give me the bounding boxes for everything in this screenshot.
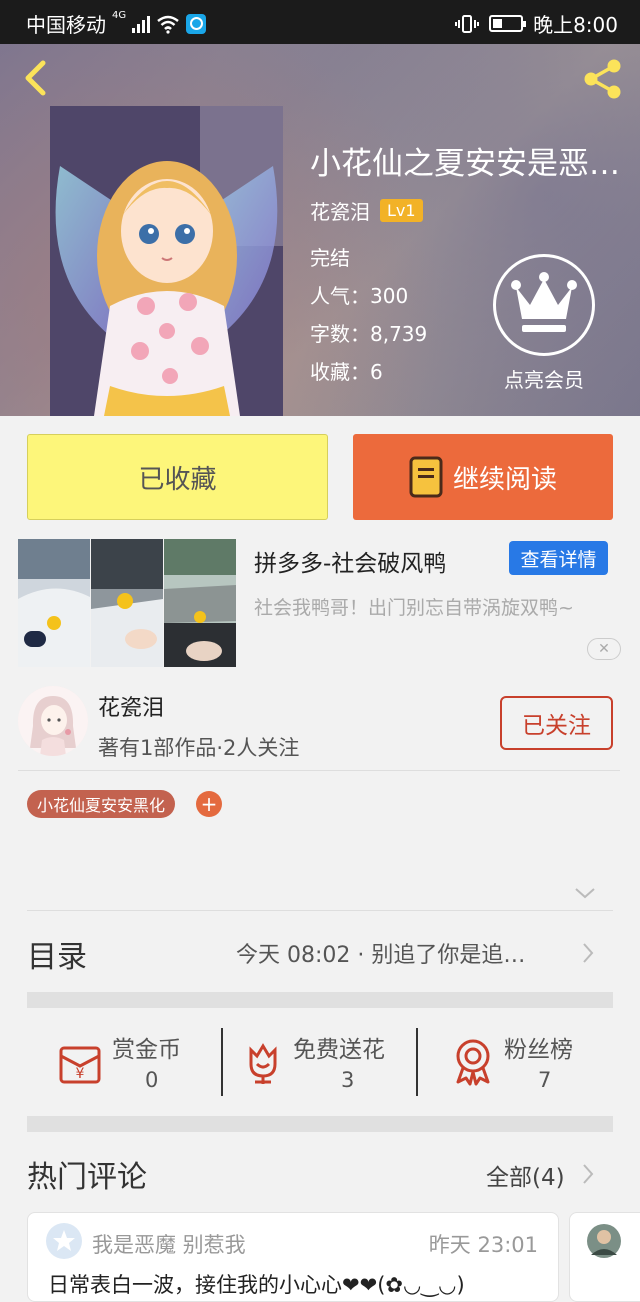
chevron-down-icon[interactable] [574, 886, 596, 900]
ad-banner[interactable]: 拼多多-社会破风鸭 查看详情 社会我鸭哥！出门别忘自带涡旋双鸭~ ✕ [0, 530, 640, 678]
fan-ranking-label: 粉丝榜 [504, 1037, 573, 1063]
popularity-stat: 人气：300 [310, 284, 409, 308]
continue-reading-button[interactable]: 继续阅读 [353, 434, 613, 520]
level-badge: Lv1 [380, 199, 423, 222]
author-name[interactable]: 花瓷泪 [310, 196, 370, 225]
svg-text:¥: ¥ [76, 1066, 85, 1082]
ad-image-3[interactable] [164, 539, 236, 667]
author-card-name[interactable]: 花瓷泪 [98, 690, 164, 722]
free-flowers-value: 3 [341, 1068, 355, 1092]
reward-coins-value: 0 [145, 1068, 159, 1092]
vip-label[interactable]: 点亮会员 [492, 364, 596, 393]
vibrate-icon [455, 14, 480, 33]
share-icon[interactable] [580, 56, 626, 102]
author-card[interactable]: 花瓷泪 著有1部作品·2人关注 已关注 [0, 678, 640, 770]
add-tag-button[interactable]: + [196, 791, 222, 817]
medal-icon [456, 1039, 490, 1086]
divider [27, 910, 613, 911]
chevron-right-icon [583, 943, 594, 963]
commenter-name[interactable]: 我是恶魔 别惹我 [92, 1229, 246, 1259]
ad-image-1[interactable] [18, 539, 90, 667]
completion-status: 完结 [310, 246, 350, 270]
word-count-stat: 字数：8,739 [310, 322, 428, 346]
hot-comments-title: 热门评论 [27, 1160, 147, 1195]
book-cover-image[interactable] [50, 106, 283, 416]
fan-ranking-stat[interactable]: 粉丝榜 7 [418, 1010, 613, 1114]
ad-title[interactable]: 拼多多-社会破风鸭 [254, 544, 446, 578]
commenter-avatar[interactable] [586, 1223, 622, 1259]
vip-crown-button[interactable] [493, 254, 595, 356]
favorites-stat: 收藏：6 [310, 360, 383, 384]
book-icon [409, 456, 443, 498]
section-divider [27, 1116, 613, 1132]
battery-icon [489, 15, 527, 32]
reward-coins-label: 赏金币 [112, 1037, 181, 1063]
status-bar: 中国移动 4G 晚上8:00 [0, 0, 640, 44]
divider [18, 770, 620, 771]
toc-label: 目录 [27, 940, 87, 975]
continue-reading-label: 继续阅读 [452, 464, 557, 495]
comment-card[interactable] [569, 1212, 640, 1302]
wifi-icon [157, 15, 179, 34]
flower-icon [249, 1043, 277, 1084]
section-divider [27, 992, 613, 1008]
chevron-right-icon[interactable] [581, 1162, 595, 1186]
reward-coins-stat[interactable]: ¥ 赏金币 0 [27, 1010, 222, 1114]
fan-ranking-value: 7 [538, 1068, 552, 1092]
author-row: 花瓷泪 Lv1 [310, 196, 423, 225]
free-flowers-stat[interactable]: 免费送花 3 [223, 1010, 417, 1114]
app-notification-icon [186, 13, 207, 34]
ad-image-2[interactable] [91, 539, 163, 667]
free-flowers-label: 免费送花 [293, 1037, 385, 1063]
table-of-contents-row[interactable]: 目录 今天 08:02 · 别追了你是追… [0, 912, 640, 992]
stats-bar: ¥ 赏金币 0 免费送花 3 粉丝榜 7 [27, 1010, 613, 1114]
latest-chapter[interactable]: 今天 08:02 · 别追了你是追… [236, 937, 561, 969]
network-type-label: 4G [112, 10, 127, 21]
author-card-subtitle: 著有1部作品·2人关注 [98, 736, 300, 760]
crown-icon [511, 272, 577, 332]
ad-close-button[interactable]: ✕ [587, 638, 621, 660]
tag-chip[interactable]: 小花仙夏安安黑化 [27, 790, 176, 818]
ad-detail-button[interactable]: 查看详情 [509, 541, 608, 575]
comment-card[interactable]: 我是恶魔 别惹我 昨天 23:01 日常表白一波，接住我的小心心❤❤(✿◡‿◡) [27, 1212, 559, 1302]
comment-time: 昨天 23:01 [428, 1233, 538, 1257]
commenter-avatar[interactable] [46, 1223, 82, 1259]
back-chevron-icon[interactable] [18, 60, 54, 96]
comment-text: 日常表白一波，接住我的小心心❤❤(✿◡‿◡) [48, 1273, 465, 1297]
clock: 晚上8:00 [533, 13, 618, 37]
collected-button[interactable]: 已收藏 [27, 434, 328, 520]
red-envelope-icon: ¥ [59, 1046, 101, 1084]
book-title: 小花仙之夏安安是恶… [310, 146, 620, 182]
all-comments-link[interactable]: 全部(4) [486, 1158, 565, 1192]
signal-icon [132, 15, 151, 33]
follow-button[interactable]: 已关注 [500, 696, 613, 750]
collected-label: 已收藏 [138, 464, 217, 495]
carrier-label: 中国移动 [26, 13, 106, 37]
author-avatar[interactable] [18, 686, 88, 756]
book-header: 小花仙之夏安安是恶… 花瓷泪 Lv1 完结 人气：300 字数：8,739 收藏… [0, 44, 640, 416]
ad-description: 社会我鸭哥！出门别忘自带涡旋双鸭~ [254, 597, 574, 619]
